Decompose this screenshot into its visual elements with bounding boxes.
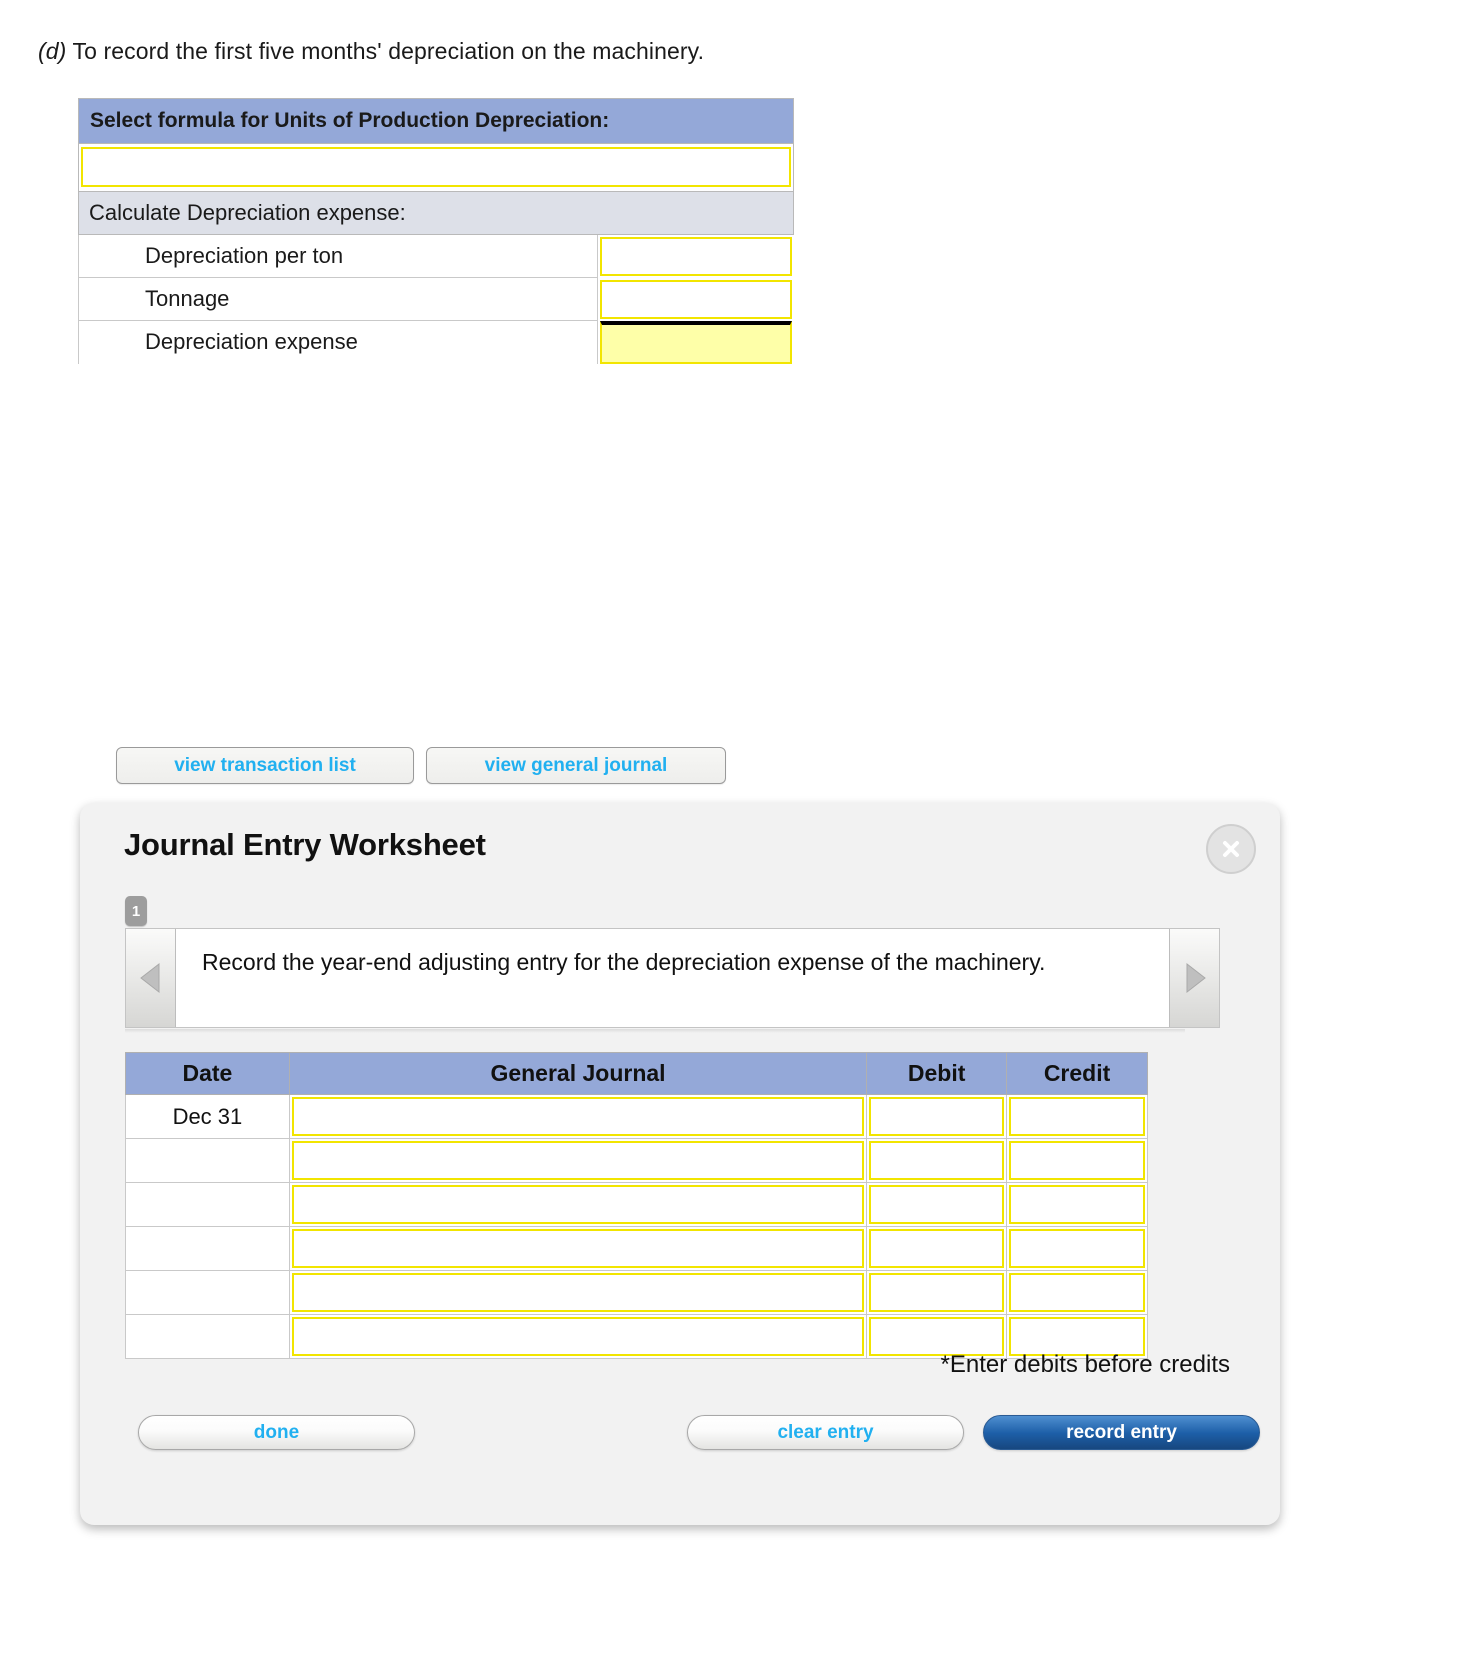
uop-header-row: Select formula for Units of Production D…: [78, 98, 794, 144]
table-row: Dec 31: [125, 1094, 1148, 1139]
account-input[interactable]: [291, 1185, 865, 1224]
account-input[interactable]: [291, 1317, 865, 1356]
part-d-prompt: (d) To record the first five months' dep…: [38, 38, 704, 65]
journal-account-cell: [288, 1094, 868, 1139]
journal-date-cell[interactable]: Dec 31: [125, 1094, 290, 1139]
journal-debit-cell: [866, 1182, 1008, 1227]
worksheet-title: Journal Entry Worksheet: [124, 827, 486, 862]
account-input[interactable]: [291, 1273, 865, 1312]
journal-date-cell[interactable]: [125, 1226, 290, 1271]
part-prompt-text: To record the first five months' depreci…: [66, 38, 705, 64]
journal-debit-cell: [866, 1270, 1008, 1315]
row-input-cell: [597, 277, 794, 321]
journal-date-cell[interactable]: [125, 1270, 290, 1315]
enter-debits-note: *Enter debits before credits: [940, 1351, 1231, 1378]
instruction-navigator: Record the year-end adjusting entry for …: [125, 928, 1220, 1028]
row-label-depreciation-expense: Depreciation expense: [78, 320, 598, 364]
next-entry-arrow-icon[interactable]: [1169, 929, 1219, 1027]
clear-entry-button[interactable]: clear entry: [687, 1415, 964, 1450]
done-button[interactable]: done: [138, 1415, 415, 1450]
formula-select-cell: [78, 143, 794, 192]
account-input[interactable]: [291, 1229, 865, 1268]
journal-credit-cell: [1006, 1138, 1148, 1183]
debit-input[interactable]: [869, 1185, 1005, 1224]
journal-date-cell[interactable]: [125, 1138, 290, 1183]
column-header-date: Date: [125, 1052, 290, 1095]
journal-credit-cell: [1006, 1094, 1148, 1139]
uop-subheader-label: Calculate Depreciation expense:: [78, 191, 794, 235]
uop-header-label: Select formula for Units of Production D…: [78, 98, 794, 144]
journal-account-cell: [288, 1226, 868, 1271]
credit-input[interactable]: [1009, 1141, 1145, 1180]
instruction-shadow: [125, 1029, 1185, 1033]
depreciation-per-ton-input[interactable]: [600, 237, 792, 276]
journal-debit-cell: [866, 1226, 1008, 1271]
journal-debit-cell: [866, 1094, 1008, 1139]
journal-header-row: Date General Journal Debit Credit: [125, 1052, 1148, 1095]
account-input[interactable]: [291, 1097, 865, 1136]
debit-input[interactable]: [869, 1273, 1005, 1312]
part-letter: (d): [38, 38, 67, 64]
journal-entry-worksheet-panel: Journal Entry Worksheet 1 Record the yea…: [80, 803, 1280, 1525]
debit-input[interactable]: [869, 1229, 1005, 1268]
journal-account-cell: [288, 1314, 868, 1359]
view-general-journal-button[interactable]: view general journal: [426, 747, 726, 784]
account-input[interactable]: [291, 1141, 865, 1180]
step-number-badge: 1: [125, 896, 147, 926]
formula-select-input[interactable]: [81, 147, 791, 187]
journal-account-cell: [288, 1182, 868, 1227]
tonnage-input[interactable]: [600, 279, 792, 319]
uop-subheader-row: Calculate Depreciation expense:: [78, 191, 794, 235]
journal-account-cell: [288, 1270, 868, 1315]
journal-date-cell[interactable]: [125, 1314, 290, 1359]
view-transaction-list-button[interactable]: view transaction list: [116, 747, 414, 784]
previous-entry-arrow-icon[interactable]: [126, 929, 176, 1027]
units-of-production-table: Select formula for Units of Production D…: [78, 98, 794, 364]
row-input-cell: [597, 234, 794, 278]
general-journal-table: Date General Journal Debit Credit Dec 31: [125, 1052, 1148, 1359]
formula-select-row: [78, 143, 794, 192]
credit-input[interactable]: [1009, 1185, 1145, 1224]
credit-input[interactable]: [1009, 1229, 1145, 1268]
table-row: [125, 1270, 1148, 1315]
table-row: Depreciation per ton: [78, 234, 794, 278]
journal-debit-cell: [866, 1138, 1008, 1183]
table-row: [125, 1182, 1148, 1227]
journal-credit-cell: [1006, 1226, 1148, 1271]
close-icon[interactable]: [1206, 824, 1256, 874]
journal-credit-cell: [1006, 1270, 1148, 1315]
debit-input[interactable]: [869, 1141, 1005, 1180]
table-row: Depreciation expense: [78, 320, 794, 364]
table-row: [125, 1226, 1148, 1271]
table-row: Tonnage: [78, 277, 794, 321]
row-label-tonnage: Tonnage: [78, 277, 598, 321]
credit-input[interactable]: [1009, 1273, 1145, 1312]
journal-account-cell: [288, 1138, 868, 1183]
credit-input[interactable]: [1009, 1097, 1145, 1136]
journal-credit-cell: [1006, 1182, 1148, 1227]
debit-input[interactable]: [869, 1097, 1005, 1136]
table-row: [125, 1138, 1148, 1183]
journal-date-cell[interactable]: [125, 1182, 290, 1227]
column-header-debit: Debit: [866, 1052, 1008, 1095]
record-entry-button[interactable]: record entry: [983, 1415, 1260, 1450]
instruction-text: Record the year-end adjusting entry for …: [176, 929, 1169, 1027]
column-header-general-journal: General Journal: [288, 1052, 868, 1095]
view-buttons-group: view transaction list view general journ…: [116, 747, 726, 784]
depreciation-expense-input[interactable]: [600, 320, 792, 364]
row-input-cell: [597, 320, 794, 364]
row-label-depreciation-per-ton: Depreciation per ton: [78, 234, 598, 278]
column-header-credit: Credit: [1006, 1052, 1148, 1095]
